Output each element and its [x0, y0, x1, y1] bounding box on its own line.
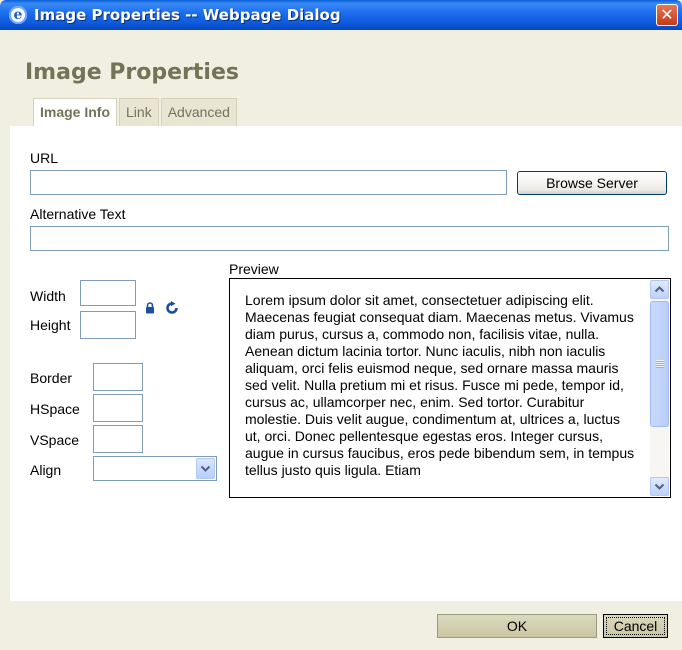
reset-size-icon[interactable] [165, 301, 179, 315]
lock-icon[interactable] [145, 302, 155, 314]
hspace-label: HSpace [30, 401, 80, 417]
height-input[interactable] [80, 311, 136, 339]
ie-app-icon: e [9, 6, 27, 24]
preview-label: Preview [229, 261, 279, 277]
preview-scrollbar[interactable] [650, 280, 669, 496]
cancel-button[interactable]: Cancel [603, 614, 668, 638]
scroll-grip [656, 360, 664, 368]
chevron-down-icon [654, 483, 665, 490]
scroll-down-button[interactable] [650, 477, 669, 496]
browse-server-button[interactable]: Browse Server [517, 171, 667, 195]
tab-bar: Image Info Link Advanced [33, 98, 239, 127]
height-label: Height [30, 317, 71, 333]
chevron-up-icon [654, 286, 665, 293]
hspace-input[interactable] [93, 394, 143, 422]
scroll-up-button[interactable] [650, 280, 669, 299]
align-label: Align [30, 462, 62, 478]
align-select[interactable] [93, 456, 217, 481]
window-title: Image Properties -- Webpage Dialog [34, 6, 341, 24]
alt-text-label: Alternative Text [30, 206, 126, 222]
alt-text-input[interactable] [30, 226, 669, 251]
chevron-down-icon [200, 465, 211, 472]
url-input[interactable] [30, 170, 507, 195]
width-label: Width [30, 288, 66, 304]
vspace-label: VSpace [30, 432, 80, 448]
window-title-bar[interactable]: e Image Properties -- Webpage Dialog ✕ [0, 0, 682, 30]
width-input[interactable] [80, 280, 136, 306]
close-button[interactable]: ✕ [656, 4, 678, 26]
tab-image-info[interactable]: Image Info [33, 98, 118, 127]
align-dropdown-button[interactable] [196, 458, 215, 479]
preview-pane[interactable]: Lorem ipsum dolor sit amet, consectetuer… [229, 278, 671, 498]
dialog-heading: Image Properties [25, 60, 239, 85]
border-input[interactable] [93, 363, 143, 391]
ok-button[interactable]: OK [437, 614, 597, 638]
tab-advanced[interactable]: Advanced [160, 98, 237, 126]
border-label: Border [30, 370, 73, 386]
tab-link[interactable]: Link [119, 98, 159, 126]
vspace-input[interactable] [93, 425, 143, 453]
url-label: URL [30, 150, 59, 166]
scroll-thumb[interactable] [650, 301, 669, 427]
preview-text: Lorem ipsum dolor sit amet, consectetuer… [245, 292, 635, 478]
